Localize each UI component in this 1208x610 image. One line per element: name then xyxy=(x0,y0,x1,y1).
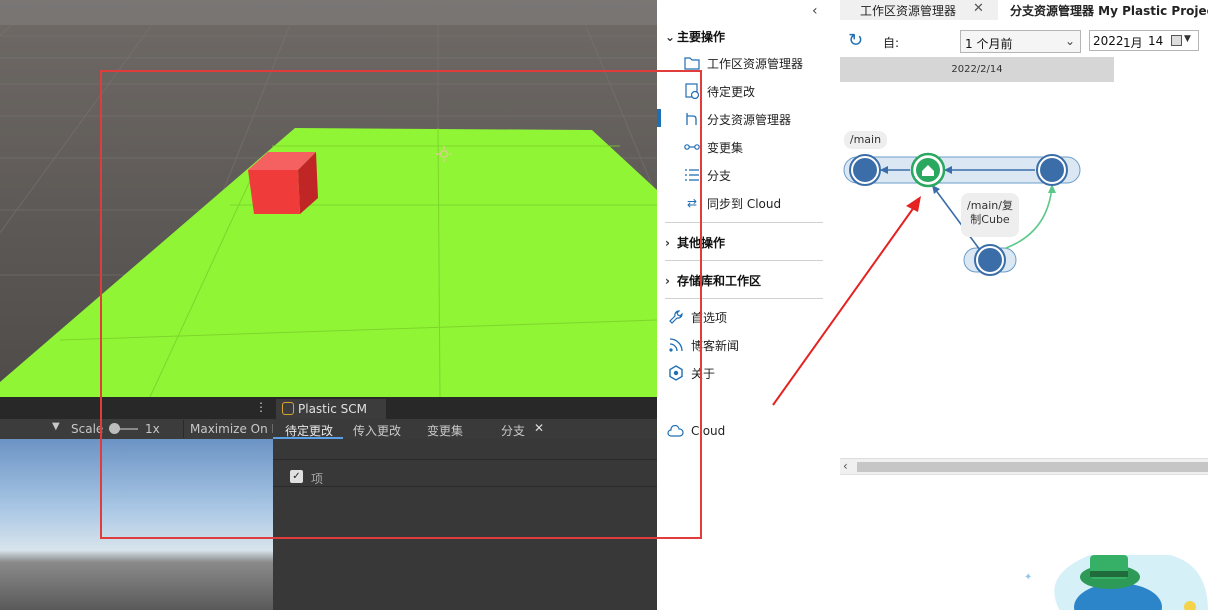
sidebar-item-label: 变更集 xyxy=(707,140,744,155)
changeset-node-child[interactable] xyxy=(974,244,1006,276)
scroll-left-icon[interactable]: ‹ xyxy=(843,459,848,473)
scrollbar-thumb[interactable] xyxy=(857,462,1208,472)
changeset-node-3[interactable] xyxy=(1036,154,1068,186)
calendar-icon xyxy=(1171,35,1182,46)
highlight-box xyxy=(100,70,702,539)
folder-icon xyxy=(681,56,703,70)
section-main-operations[interactable]: ⌄ 主要操作 xyxy=(665,28,725,45)
tab-workspace-explorer[interactable]: 工作区资源管理器 xyxy=(860,0,956,20)
close-tab-icon[interactable]: ✕ xyxy=(973,1,984,16)
date-picker[interactable]: 2022 1月 14 ▼ xyxy=(1089,30,1199,51)
tab-label: 分支资源管理器 My Plastic Projec xyxy=(1010,3,1208,18)
sidebar-item-label: 工作区资源管理器 xyxy=(707,56,804,71)
collapse-sidebar-icon[interactable]: ‹ xyxy=(812,3,818,19)
document-tab-bar: 工作区资源管理器 ✕ 分支资源管理器 My Plastic Projec xyxy=(840,0,1208,20)
refresh-icon[interactable]: ↻ xyxy=(848,30,863,51)
tab-label: 工作区资源管理器 xyxy=(860,3,957,18)
child-branch-label-line2: 制Cube xyxy=(970,213,1010,226)
dropdown-arrow-icon[interactable]: ▼ xyxy=(52,421,60,432)
date-column-header: 2022/2/14 xyxy=(840,57,1114,82)
details-panel: ✦ xyxy=(840,474,1208,610)
date-day: 14 xyxy=(1148,34,1164,48)
sidebar-item-label: 分支资源管理器 xyxy=(707,112,792,127)
date-range-value: 1 个月前 xyxy=(965,37,1013,51)
sidebar-item-label: 分支 xyxy=(707,168,732,183)
changeset-node-1[interactable] xyxy=(849,154,881,186)
dropdown-arrow-icon: ▼ xyxy=(1184,34,1191,44)
horizontal-scrollbar[interactable]: ‹ xyxy=(840,458,1208,474)
main-branch-label[interactable]: /main xyxy=(844,131,887,149)
plastic-mascot-illustration: ✦ xyxy=(1024,555,1208,610)
child-branch-label[interactable]: /main/复 制Cube xyxy=(961,193,1019,237)
sidebar-item-label: 同步到 Cloud xyxy=(707,196,782,211)
section-label: 主要操作 xyxy=(677,30,726,44)
chevron-down-icon: ⌄ xyxy=(665,29,676,44)
tab-branch-explorer[interactable]: 分支资源管理器 My Plastic Projec xyxy=(998,0,1208,20)
child-branch-label-line1: /main/复 xyxy=(967,199,1013,212)
svg-text:✦: ✦ xyxy=(1024,572,1032,583)
scale-label: Scale xyxy=(71,422,104,436)
from-label: 自: xyxy=(883,36,900,50)
branch-graph[interactable] xyxy=(840,82,1208,462)
plastic-scm-window: ‹ ⌄ 主要操作 工作区资源管理器 待定更改 分支资源管理器 变更集 分支 ⇄ … xyxy=(657,0,1208,610)
sidebar-item-label: 待定更改 xyxy=(707,84,756,99)
branch-explorer-area: 工作区资源管理器 ✕ 分支资源管理器 My Plastic Projec ↻ 自… xyxy=(840,0,1208,610)
changeset-node-home[interactable] xyxy=(910,152,946,188)
date-month: 1月 xyxy=(1123,36,1143,50)
date-year: 2022 xyxy=(1093,34,1124,48)
date-range-select[interactable]: 1 个月前 ⌄ xyxy=(960,30,1081,53)
chevron-down-icon: ⌄ xyxy=(1064,34,1075,48)
